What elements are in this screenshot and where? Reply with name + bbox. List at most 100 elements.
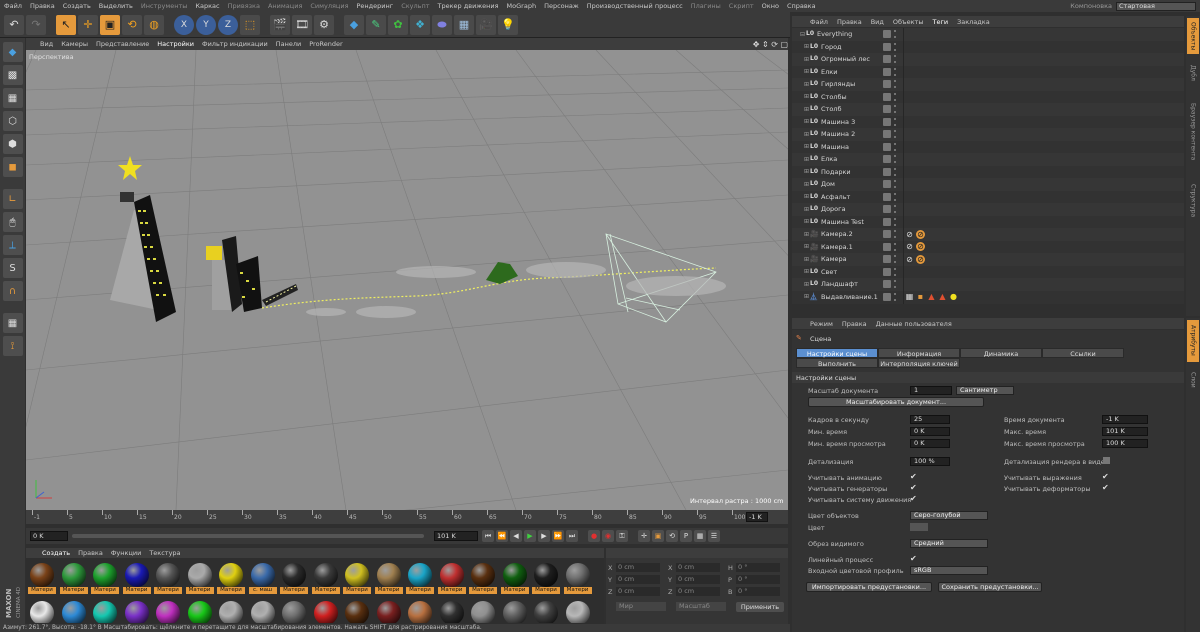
tab-dynamics[interactable]: Динамика bbox=[960, 348, 1042, 358]
menu-item[interactable]: Инструменты bbox=[141, 2, 188, 10]
auto-key-icon[interactable]: ◉ bbox=[602, 530, 614, 542]
object-menu-item[interactable]: Вид bbox=[871, 18, 884, 26]
deformer-icon[interactable]: ⬬ bbox=[432, 14, 452, 35]
make-editable-icon[interactable]: ◆ bbox=[2, 42, 23, 62]
input-profile-select[interactable]: sRGB bbox=[910, 566, 988, 575]
cube-icon[interactable]: ◆ bbox=[344, 14, 364, 35]
play-icon[interactable]: ▶ bbox=[524, 530, 536, 542]
layer-checkbox[interactable] bbox=[883, 180, 891, 189]
attribute-menu-item[interactable]: Данные пользователя bbox=[876, 320, 952, 328]
layer-checkbox[interactable] bbox=[883, 55, 891, 64]
x-axis-icon[interactable]: X bbox=[174, 14, 194, 35]
object-row[interactable]: ⊞ L0 Машина bbox=[792, 141, 1184, 154]
material-swatch[interactable] bbox=[249, 601, 277, 623]
material-menu-item[interactable]: Функции bbox=[111, 549, 142, 557]
max-time-input[interactable]: 101 K bbox=[1102, 427, 1148, 436]
import-presets-button[interactable]: Импортировать предустановки... bbox=[806, 582, 932, 592]
layout-select[interactable]: Стартовая bbox=[1116, 1, 1196, 11]
render-detail-checkbox[interactable] bbox=[1103, 457, 1110, 464]
magnet-icon[interactable]: ∩ bbox=[2, 281, 23, 301]
coord-value-field[interactable]: 0 cm bbox=[676, 587, 720, 596]
doc-scale-unit-select[interactable]: Сантиметр bbox=[956, 386, 1014, 395]
layer-checkbox[interactable] bbox=[883, 205, 891, 214]
material-swatch[interactable]: Матери bbox=[122, 563, 151, 595]
clip-select[interactable]: Средний bbox=[910, 539, 988, 548]
object-row[interactable]: ⊞ L0 Столбы bbox=[792, 91, 1184, 104]
visibility-dots[interactable] bbox=[894, 242, 896, 251]
material-swatch[interactable] bbox=[564, 601, 592, 623]
min-preview-input[interactable]: 0 K bbox=[910, 439, 950, 448]
viewport-nav-controls[interactable]: ✥ ⇕ ⟳ ▢ bbox=[753, 38, 788, 50]
workplane-icon[interactable]: ▦ bbox=[2, 88, 23, 108]
render-settings-icon[interactable]: ⚙ bbox=[314, 14, 334, 35]
material-swatch[interactable]: Матери bbox=[374, 563, 403, 595]
visibility-dots[interactable] bbox=[894, 230, 896, 239]
coord-value-field[interactable]: 0 cm bbox=[676, 575, 720, 584]
object-row[interactable]: ⊞ L0 Машина Test bbox=[792, 216, 1184, 229]
coordinate-system-icon[interactable]: ⬚ bbox=[240, 14, 260, 35]
material-menu-item[interactable]: Создать bbox=[42, 549, 70, 557]
viewport-menu-item[interactable]: ProRender bbox=[309, 40, 342, 48]
doc-time-input[interactable]: -1 K bbox=[1102, 415, 1148, 424]
menu-item[interactable]: Привязка bbox=[228, 2, 260, 10]
object-menu-item[interactable]: Закладка bbox=[957, 18, 990, 26]
scale-tool-icon[interactable]: ▣ bbox=[100, 14, 120, 35]
protection-tag-icon[interactable]: ⊘ bbox=[905, 242, 914, 252]
menu-item[interactable]: Плагины bbox=[691, 2, 721, 10]
object-row[interactable]: ⊞ 🎥 Камера.2 ⊘ ⊘ bbox=[792, 228, 1184, 241]
menu-item[interactable]: Правка bbox=[30, 2, 55, 10]
viewport-menu-item[interactable]: Фильтр индикации bbox=[202, 40, 268, 48]
visibility-dots[interactable] bbox=[894, 67, 896, 76]
dock-tab[interactable]: Структура bbox=[1187, 178, 1199, 225]
material-swatch[interactable] bbox=[28, 601, 56, 623]
object-menu-item[interactable]: Объекты bbox=[893, 18, 924, 26]
material-swatch[interactable] bbox=[469, 601, 497, 623]
locked-workplane-icon[interactable]: ⟟ bbox=[2, 336, 23, 356]
visibility-dots[interactable] bbox=[894, 205, 896, 214]
material-swatch[interactable]: Матери bbox=[500, 563, 529, 595]
detail-input[interactable]: 100 % bbox=[910, 457, 950, 466]
visibility-dots[interactable] bbox=[894, 42, 896, 51]
menu-item[interactable]: Окно bbox=[762, 2, 779, 10]
dock-tab[interactable]: Браузер контента bbox=[1187, 90, 1199, 173]
protection-tag-icon[interactable]: ⊘ bbox=[905, 229, 914, 239]
visibility-dots[interactable] bbox=[894, 105, 896, 114]
object-row[interactable]: ⊞ L0 Машина 3 bbox=[792, 116, 1184, 129]
material-swatch[interactable] bbox=[91, 601, 119, 623]
key-position-icon[interactable]: ✛ bbox=[638, 530, 650, 542]
key-param-icon[interactable]: P bbox=[680, 530, 692, 542]
tab-scene-settings[interactable]: Настройки сцены bbox=[796, 348, 878, 358]
next-key-icon[interactable]: ⏩ bbox=[552, 530, 564, 542]
visibility-dots[interactable] bbox=[894, 30, 896, 39]
snap-icon[interactable]: ⟂ bbox=[2, 235, 23, 255]
object-row[interactable]: ⊞ L0 Дорога bbox=[792, 203, 1184, 216]
attribute-menu-item[interactable]: Режим bbox=[810, 320, 833, 328]
tweak-mode-icon[interactable]: 🖱 bbox=[2, 212, 23, 232]
material-swatch[interactable]: Матери bbox=[154, 563, 182, 595]
object-row[interactable]: ⊞ L0 Подарки bbox=[792, 166, 1184, 179]
object-row[interactable]: ⊞ L0 Свет bbox=[792, 266, 1184, 279]
scale-document-button[interactable]: Масштабировать документ... bbox=[808, 397, 984, 407]
material-swatch[interactable]: Матери bbox=[437, 563, 466, 595]
layer-checkbox[interactable] bbox=[883, 217, 891, 226]
texture-tag-icon[interactable]: ▪ bbox=[916, 292, 925, 301]
object-row[interactable]: ⊞ L0 Город bbox=[792, 41, 1184, 54]
material-swatch[interactable] bbox=[60, 601, 88, 623]
visibility-dots[interactable] bbox=[894, 292, 896, 301]
layer-checkbox[interactable] bbox=[883, 255, 891, 264]
coord-value-field[interactable]: 0 cm bbox=[616, 587, 660, 596]
object-row[interactable]: ⊞ ⏅ Выдавливание.1 ▦ ▪ ▲ ▲ ● bbox=[792, 291, 1184, 304]
render-to-picture-viewer-icon[interactable]: 🎞 bbox=[292, 14, 312, 35]
workplane-lock-icon[interactable]: ▦ bbox=[2, 313, 23, 333]
material-swatch[interactable]: Матери bbox=[343, 563, 371, 595]
material-swatch[interactable] bbox=[312, 601, 340, 623]
fps-input[interactable]: 25 bbox=[910, 415, 950, 424]
layer-checkbox[interactable] bbox=[883, 280, 891, 289]
object-row[interactable]: ⊞ L0 Дом bbox=[792, 178, 1184, 191]
visibility-dots[interactable] bbox=[894, 280, 896, 289]
polygons-mode-icon[interactable]: ◼ bbox=[2, 157, 23, 177]
material-swatch[interactable]: Матери bbox=[59, 563, 88, 595]
visibility-dots[interactable] bbox=[894, 167, 896, 176]
material-swatch[interactable]: Матери bbox=[469, 563, 497, 595]
object-row[interactable]: ⊞ 🎥 Камера ⊘ ⊘ bbox=[792, 253, 1184, 266]
